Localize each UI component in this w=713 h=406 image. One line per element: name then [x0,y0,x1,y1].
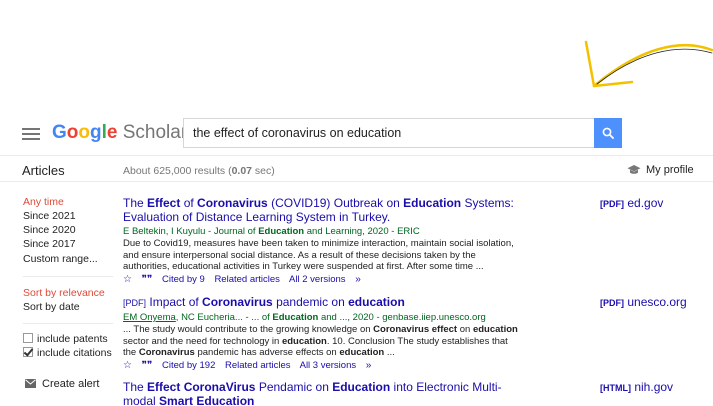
result-snippet: ... The study would contribute to the gr… [123,324,518,358]
star-icon[interactable]: ☆ [123,274,132,285]
side-link-pdf[interactable]: [PDF] unesco.org [600,295,687,309]
filter-any-time[interactable]: Any time [23,196,64,208]
filter-since-2021[interactable]: Since 2021 [23,210,76,222]
search-input[interactable] [184,119,594,147]
articles-label: Articles [22,163,65,178]
search-result: [PDF] Impact of Coronavirus pandemic on … [123,295,523,371]
side-link-html[interactable]: [HTML] nih.gov [600,380,673,394]
quote-icon[interactable]: ❞❞ [142,360,153,371]
graduation-cap-icon [627,165,641,174]
filter-custom-range[interactable]: Custom range... [23,253,98,265]
logo-google: Google [52,122,118,143]
search-button[interactable] [594,118,622,148]
arrow-annotation [584,40,713,88]
all-versions-link[interactable]: All 2 versions [289,274,346,285]
search-icon [602,127,614,139]
result-actions: ☆ ❞❞ Cited by 192 Related articles All 3… [123,360,523,371]
result-title-link[interactable]: The Effect of Coronavirus (COVID19) Outb… [123,196,523,224]
related-articles-link[interactable]: Related articles [225,360,290,371]
result-title-link[interactable]: The Effect CoronaVirus Pendamic on Educa… [123,380,523,406]
checkbox-box-checked [23,347,33,357]
results-count: About 625,000 results (0.07 sec) [123,165,275,177]
more-icon[interactable]: » [366,360,372,371]
result-snippet: Due to Covid19, measures have been taken… [123,238,514,272]
search-result: The Effect CoronaVirus Pendamic on Educa… [123,380,523,406]
more-icon[interactable]: » [355,274,361,285]
result-authors: EM Onyema, NC Eucheria... - ... of Educa… [123,312,486,323]
side-link-pdf[interactable]: [PDF] ed.gov [600,196,663,210]
related-articles-link[interactable]: Related articles [214,274,279,285]
include-patents-checkbox[interactable]: include patents [23,333,108,345]
result-title-link[interactable]: [PDF] Impact of Coronavirus pandemic on … [123,295,523,310]
include-citations-checkbox[interactable]: include citations [23,347,112,359]
checkbox-box [23,333,33,343]
menu-icon[interactable] [22,128,40,140]
logo-scholar: Scholar [122,122,188,143]
quote-icon[interactable]: ❞❞ [142,274,153,285]
sidebar-divider [23,276,113,277]
divider [0,181,713,182]
sort-by-date[interactable]: Sort by date [23,301,80,313]
my-profile-link[interactable]: My profile [627,164,694,176]
cited-by-link[interactable]: Cited by 9 [162,274,205,285]
search-result: The Effect of Coronavirus (COVID19) Outb… [123,196,523,285]
filter-since-2020[interactable]: Since 2020 [23,224,76,236]
result-authors: E Beltekin, I Kuyulu - Journal of Educat… [123,226,420,237]
sidebar-divider [23,323,113,324]
google-scholar-logo[interactable]: Google Scholar [52,121,187,145]
pdf-tag: [PDF] [123,298,147,308]
sort-by-relevance[interactable]: Sort by relevance [23,287,105,299]
result-actions: ☆ ❞❞ Cited by 9 Related articles All 2 v… [123,274,523,285]
search-box [183,118,594,148]
envelope-icon [25,379,36,388]
scholar-header: Google Scholar [0,112,713,156]
cited-by-link[interactable]: Cited by 192 [162,360,215,371]
create-alert-button[interactable]: Create alert [25,378,99,390]
star-icon[interactable]: ☆ [123,360,132,371]
filter-since-2017[interactable]: Since 2017 [23,238,76,250]
all-versions-link[interactable]: All 3 versions [300,360,357,371]
